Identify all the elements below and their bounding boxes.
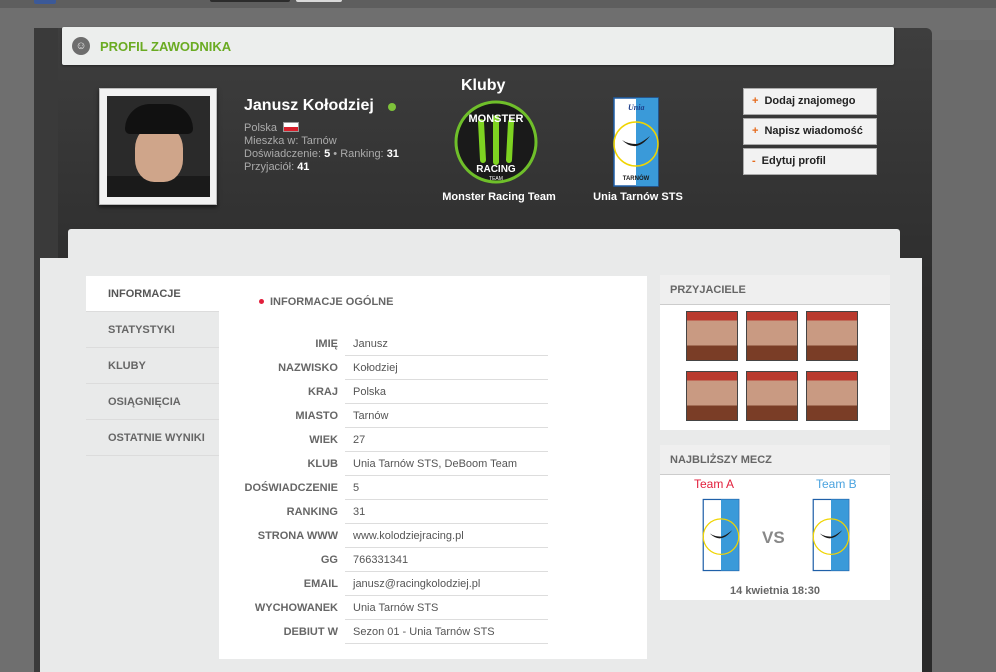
tab-ostatnie-wyniki[interactable]: OSTATNIE WYNIKI	[86, 420, 219, 456]
club-name-monster[interactable]: Monster Racing Team	[440, 191, 558, 203]
info-label: KLUB	[307, 458, 338, 470]
info-value: Polska	[345, 381, 548, 404]
info-row: NAZWISKO Kołodziej	[219, 357, 647, 381]
friends-grid	[686, 311, 862, 431]
section-title: INFORMACJE OGÓLNE	[259, 296, 393, 308]
info-value: Sezon 01 - Unia Tarnów STS	[345, 621, 548, 644]
info-label: WYCHOWANEK	[254, 602, 338, 614]
profile-tabs: INFORMACJE STATYSTYKI KLUBY OSIĄGNIĘCIA …	[86, 276, 219, 456]
friend-avatar[interactable]	[746, 311, 798, 361]
top-search-button[interactable]	[296, 0, 342, 2]
info-panel: INFORMACJE OGÓLNE IMIĘ Janusz NAZWISKO Koło…	[219, 276, 647, 659]
info-row: EMAIL janusz@racingkolodziej.pl	[219, 573, 647, 597]
player-experience: Doświadczenie: 5 • Ranking: 31	[244, 148, 399, 160]
info-value: 31	[345, 501, 548, 524]
poland-flag-icon	[283, 122, 300, 132]
profile-actions: + Dodaj znajomego + Napisz wiadomość - Edyt…	[743, 88, 877, 178]
info-label: MIASTO	[295, 410, 338, 422]
avatar[interactable]	[99, 88, 217, 205]
info-label: RANKING	[286, 506, 338, 518]
info-label: EMAIL	[303, 578, 338, 590]
tab-informacje[interactable]: INFORMACJE	[86, 276, 219, 312]
friend-avatar[interactable]	[746, 371, 798, 421]
info-row: WYCHOWANEK Unia Tarnów STS	[219, 597, 647, 621]
edit-profile-button[interactable]: - Edytuj profil	[743, 148, 877, 175]
friend-avatar[interactable]	[686, 371, 738, 421]
player-friends-count: Przyjaciół: 41	[244, 161, 310, 173]
info-row: DOŚWIADCZENIE 5	[219, 477, 647, 501]
page-title: PROFIL ZAWODNIKA	[100, 39, 232, 54]
add-friend-button[interactable]: + Dodaj znajomego	[743, 88, 877, 115]
info-value: 766331341	[345, 549, 548, 572]
svg-text:MONSTER: MONSTER	[469, 113, 524, 125]
info-label: GG	[320, 554, 338, 566]
online-status-icon	[388, 103, 396, 111]
info-label: WIEK	[309, 434, 338, 446]
info-row: STRONA WWW www.kolodziejracing.pl	[219, 525, 647, 549]
facebook-icon[interactable]	[34, 0, 56, 4]
info-row: GG 766331341	[219, 549, 647, 573]
info-label: DOŚWIADCZENIE	[244, 482, 339, 494]
right-edge	[932, 40, 996, 672]
vs-label: VS	[762, 528, 785, 547]
info-rows: IMIĘ Janusz NAZWISKO Kołodziej KRAJ Polska MIA…	[219, 333, 647, 645]
friends-box-title: PRZYJACIELE	[660, 275, 890, 305]
info-row: MIASTO Tarnów	[219, 405, 647, 429]
user-icon: ☺	[72, 37, 90, 55]
team-a-label[interactable]: Team A	[694, 477, 734, 491]
next-match-box: NAJBLIŻSZY MECZ Team A Team B VS 14 kwie…	[660, 445, 890, 600]
friend-avatar[interactable]	[806, 371, 858, 421]
info-row: DEBIUT W Sezon 01 - Unia Tarnów STS	[219, 621, 647, 645]
info-row: WIEK 27	[219, 429, 647, 453]
tab-statystyki[interactable]: STATYSTYKI	[86, 312, 219, 348]
info-row: RANKING 31	[219, 501, 647, 525]
info-row: KLUB Unia Tarnów STS, DeBoom Team	[219, 453, 647, 477]
clubs-title: Kluby	[461, 77, 506, 94]
top-search-input[interactable]	[210, 0, 290, 2]
svg-text:TEAM: TEAM	[489, 176, 503, 182]
friend-avatar[interactable]	[686, 311, 738, 361]
team-a-logo[interactable]	[700, 495, 742, 575]
bullet-icon	[259, 299, 264, 304]
info-row: KRAJ Polska	[219, 381, 647, 405]
unia-tarnow-logo[interactable]: Unia TARNÓW	[610, 96, 662, 188]
info-value: 27	[345, 429, 548, 452]
info-label: DEBIUT W	[283, 626, 338, 638]
page-header: ☺ PROFIL ZAWODNIKA	[62, 27, 894, 65]
match-date: 14 kwietnia 18:30	[730, 585, 820, 597]
info-value: Tarnów	[345, 405, 548, 428]
match-body: Team A Team B VS 14 kwietnia 18:30	[660, 475, 890, 600]
team-b-label[interactable]: Team B	[816, 477, 857, 491]
info-label: STRONA WWW	[257, 530, 338, 542]
top-strip	[0, 0, 996, 8]
info-value: 5	[345, 477, 548, 500]
info-row: IMIĘ Janusz	[219, 333, 647, 357]
player-city: Mieszka w: Tarnów	[244, 135, 337, 147]
info-value: Unia Tarnów STS, DeBoom Team	[345, 453, 548, 476]
info-label: IMIĘ	[315, 338, 338, 350]
info-label: NAZWISKO	[278, 362, 338, 374]
info-value: janusz@racingkolodziej.pl	[345, 573, 548, 596]
friend-avatar[interactable]	[806, 311, 858, 361]
info-value: Unia Tarnów STS	[345, 597, 548, 620]
monster-racing-logo[interactable]: MONSTER RACING TEAM	[451, 100, 541, 184]
info-value: Janusz	[345, 333, 548, 356]
svg-text:RACING: RACING	[476, 164, 516, 175]
avatar-image	[107, 96, 210, 197]
info-label: KRAJ	[308, 386, 338, 398]
next-match-title: NAJBLIŻSZY MECZ	[660, 445, 890, 475]
send-message-button[interactable]: + Napisz wiadomość	[743, 118, 877, 145]
info-value: www.kolodziejracing.pl	[345, 525, 548, 548]
svg-text:Unia: Unia	[628, 103, 644, 112]
club-name-unia[interactable]: Unia Tarnów STS	[590, 191, 686, 203]
tab-osiagniecia[interactable]: OSIĄGNIĘCIA	[86, 384, 219, 420]
player-country: Polska	[244, 122, 300, 135]
team-b-logo[interactable]	[810, 495, 852, 575]
info-value: Kołodziej	[345, 357, 548, 380]
friends-box: PRZYJACIELE	[660, 275, 890, 430]
tab-kluby[interactable]: KLUBY	[86, 348, 219, 384]
svg-text:TARNÓW: TARNÓW	[623, 174, 650, 182]
player-name: Janusz Kołodziej	[244, 97, 374, 114]
